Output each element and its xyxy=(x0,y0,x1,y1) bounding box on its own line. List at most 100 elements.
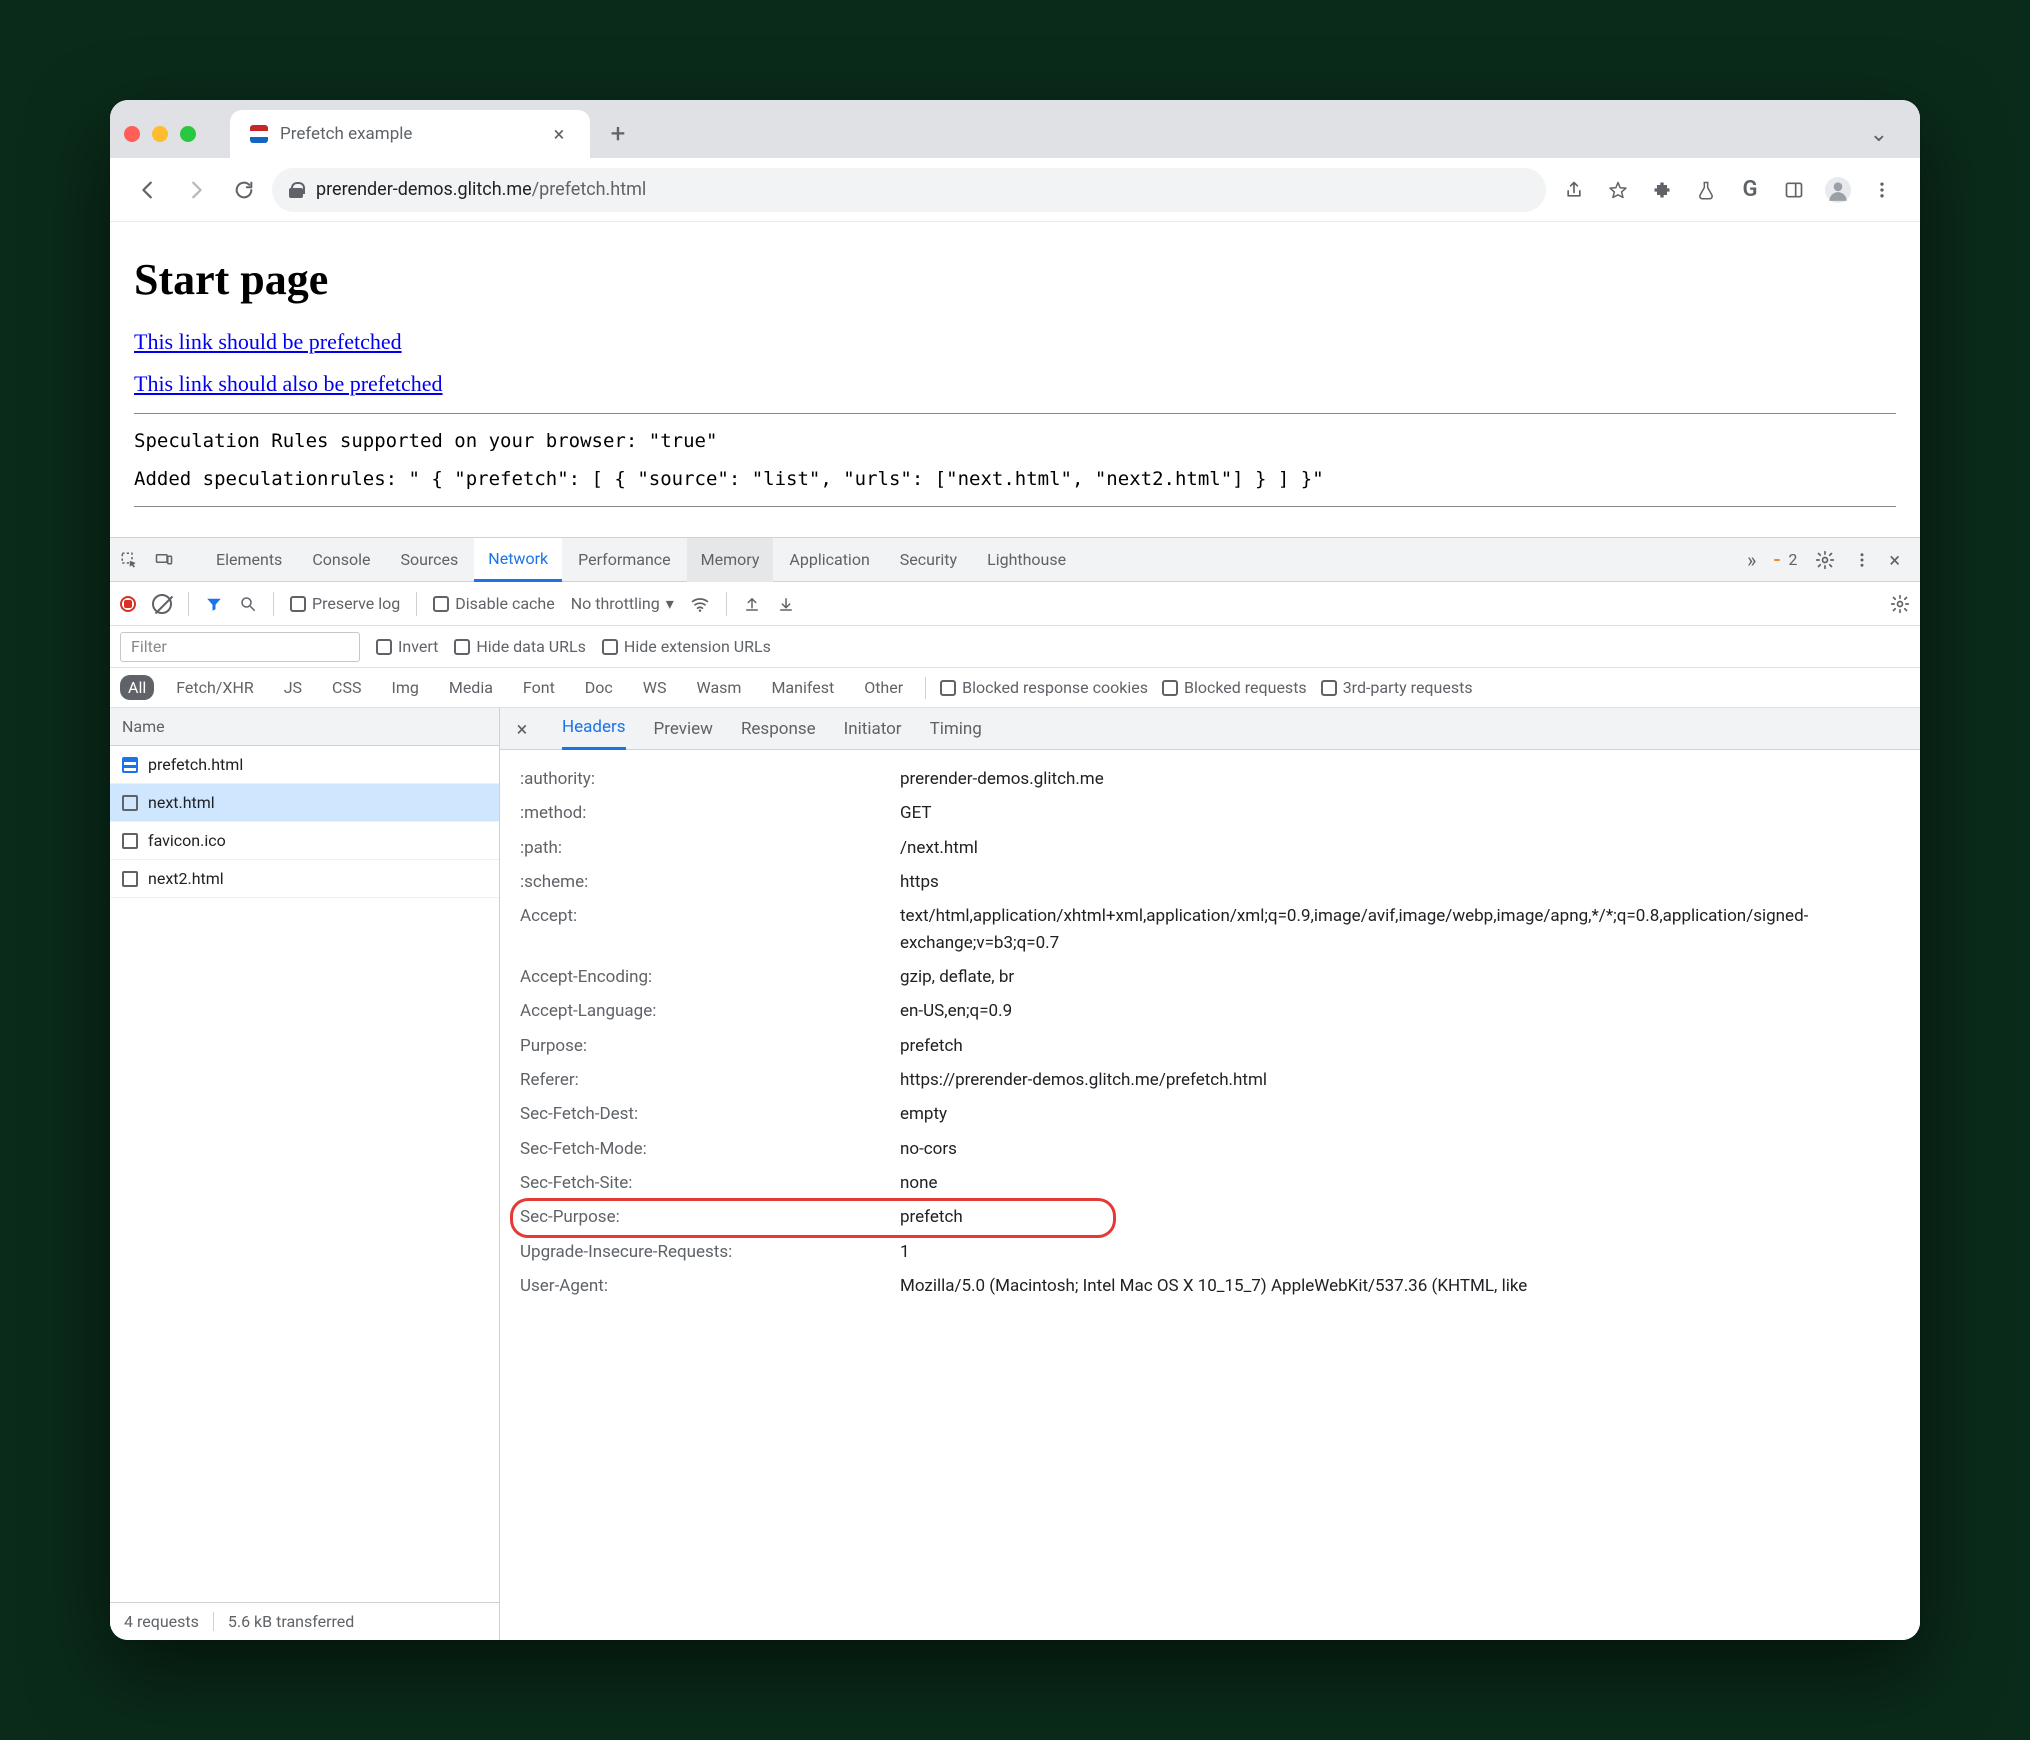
type-filter-manifest[interactable]: Manifest xyxy=(763,675,842,700)
panel-tab-performance[interactable]: Performance xyxy=(564,538,685,582)
type-filter-img[interactable]: Img xyxy=(383,675,426,700)
browser-tab[interactable]: Prefetch example × xyxy=(230,110,590,158)
third-party-checkbox[interactable]: 3rd-party requests xyxy=(1321,678,1473,697)
labs-icon[interactable] xyxy=(1686,170,1726,210)
overflow-icon[interactable]: » xyxy=(1747,548,1756,572)
request-row[interactable]: prefetch.html xyxy=(110,746,499,784)
extensions-icon[interactable] xyxy=(1642,170,1682,210)
hide-data-urls-checkbox[interactable]: Hide data URLs xyxy=(454,637,586,656)
detail-tab-response[interactable]: Response xyxy=(741,719,816,739)
link-prefetched-1[interactable]: This link should be prefetched xyxy=(134,329,402,354)
filter-input[interactable]: Filter xyxy=(120,632,360,662)
disable-cache-checkbox[interactable]: Disable cache xyxy=(433,594,554,613)
filter-icon[interactable] xyxy=(205,595,223,613)
url-text: prerender-demos.glitch.me/prefetch.html xyxy=(316,179,646,200)
divider xyxy=(134,506,1896,507)
forward-button[interactable] xyxy=(176,170,216,210)
type-filter-wasm[interactable]: Wasm xyxy=(689,675,750,700)
profile-avatar[interactable] xyxy=(1818,170,1858,210)
request-detail: × HeadersPreviewResponseInitiatorTiming … xyxy=(500,708,1920,1640)
panel-tab-application[interactable]: Application xyxy=(775,538,883,582)
close-window-icon[interactable] xyxy=(124,126,140,142)
request-row[interactable]: next2.html xyxy=(110,860,499,898)
header-value: 1 xyxy=(900,1239,1900,1265)
hide-extension-urls-checkbox[interactable]: Hide extension URLs xyxy=(602,637,771,656)
header-name: Sec-Purpose: xyxy=(520,1204,900,1230)
panel-tab-memory[interactable]: Memory xyxy=(687,538,774,582)
panel-tab-console[interactable]: Console xyxy=(298,538,384,582)
header-row: Referer:https://prerender-demos.glitch.m… xyxy=(500,1063,1920,1097)
header-row: User-Agent:Mozilla/5.0 (Macintosh; Intel… xyxy=(500,1269,1920,1303)
devtools-close-icon[interactable]: × xyxy=(1889,548,1900,572)
header-value: empty xyxy=(900,1101,1900,1127)
share-icon[interactable] xyxy=(1554,170,1594,210)
detail-tab-preview[interactable]: Preview xyxy=(654,719,713,739)
panel-tab-network[interactable]: Network xyxy=(474,538,562,582)
browser-window: Prefetch example × + ⌄ prerender-demos.g… xyxy=(110,100,1920,1640)
type-filter-ws[interactable]: WS xyxy=(635,675,675,700)
upload-icon[interactable] xyxy=(743,595,761,613)
type-filter-font[interactable]: Font xyxy=(515,675,563,700)
name-column-header[interactable]: Name xyxy=(110,708,499,746)
close-tab-icon[interactable]: × xyxy=(548,122,570,146)
detail-tab-headers[interactable]: Headers xyxy=(562,708,626,750)
back-button[interactable] xyxy=(128,170,168,210)
new-tab-button[interactable]: + xyxy=(600,116,636,152)
reload-button[interactable] xyxy=(224,170,264,210)
header-name: :authority: xyxy=(520,766,900,792)
request-row[interactable]: favicon.ico xyxy=(110,822,499,860)
request-list: Name prefetch.htmlnext.htmlfavicon.icone… xyxy=(110,708,500,1640)
header-name: Sec-Fetch-Site: xyxy=(520,1170,900,1196)
header-value: GET xyxy=(900,800,1900,826)
google-icon[interactable]: G xyxy=(1730,170,1770,210)
detail-tab-initiator[interactable]: Initiator xyxy=(844,719,902,739)
header-row: :path:/next.html xyxy=(500,831,1920,865)
type-filter-all[interactable]: All xyxy=(120,675,154,700)
kebab-menu-icon[interactable] xyxy=(1862,170,1902,210)
search-icon[interactable] xyxy=(239,595,257,613)
device-icon[interactable] xyxy=(154,551,186,569)
warnings-badge[interactable] xyxy=(1774,559,1780,561)
window-controls xyxy=(124,126,196,142)
request-row[interactable]: next.html xyxy=(110,784,499,822)
close-detail-icon[interactable]: × xyxy=(510,717,534,741)
panel-tab-elements[interactable]: Elements xyxy=(202,538,296,582)
detail-tab-timing[interactable]: Timing xyxy=(930,719,982,739)
tab-overflow-button[interactable]: ⌄ xyxy=(1852,122,1906,147)
tab-title: Prefetch example xyxy=(280,124,536,144)
omnibox[interactable]: prerender-demos.glitch.me/prefetch.html xyxy=(272,168,1546,212)
sidepanel-icon[interactable] xyxy=(1774,170,1814,210)
blocked-cookies-checkbox[interactable]: Blocked response cookies xyxy=(940,678,1148,697)
network-settings-icon[interactable] xyxy=(1890,594,1910,614)
record-button[interactable] xyxy=(120,596,136,612)
fullscreen-window-icon[interactable] xyxy=(180,126,196,142)
link-prefetched-2[interactable]: This link should also be prefetched xyxy=(134,371,443,396)
devtools-kebab-icon[interactable] xyxy=(1853,551,1871,569)
bookmark-icon[interactable] xyxy=(1598,170,1638,210)
type-filter-other[interactable]: Other xyxy=(856,675,911,700)
header-value: prefetch xyxy=(900,1204,1900,1230)
blocked-requests-checkbox[interactable]: Blocked requests xyxy=(1162,678,1307,697)
header-value: prerender-demos.glitch.me xyxy=(900,766,1900,792)
type-filter-doc[interactable]: Doc xyxy=(577,675,621,700)
panel-tab-lighthouse[interactable]: Lighthouse xyxy=(973,538,1080,582)
header-row: :authority:prerender-demos.glitch.me xyxy=(500,762,1920,796)
invert-checkbox[interactable]: Invert xyxy=(376,637,438,656)
gear-icon[interactable] xyxy=(1815,550,1835,570)
clear-button[interactable] xyxy=(152,594,172,614)
header-name: Accept-Encoding: xyxy=(520,964,900,990)
download-icon[interactable] xyxy=(777,595,795,613)
header-value: en-US,en;q=0.9 xyxy=(900,998,1900,1024)
type-filter-fetchxhr[interactable]: Fetch/XHR xyxy=(168,675,262,700)
type-filter-media[interactable]: Media xyxy=(441,675,501,700)
throttling-select[interactable]: No throttling ▾ xyxy=(571,594,674,613)
panel-tab-security[interactable]: Security xyxy=(886,538,971,582)
minimize-window-icon[interactable] xyxy=(152,126,168,142)
preserve-log-checkbox[interactable]: Preserve log xyxy=(290,594,400,613)
type-filter-css[interactable]: CSS xyxy=(324,675,369,700)
wifi-icon[interactable] xyxy=(690,594,710,614)
network-filter-bar: Filter Invert Hide data URLs Hide extens… xyxy=(110,626,1920,668)
type-filter-js[interactable]: JS xyxy=(276,675,310,700)
panel-tab-sources[interactable]: Sources xyxy=(386,538,472,582)
inspect-icon[interactable] xyxy=(120,551,152,569)
